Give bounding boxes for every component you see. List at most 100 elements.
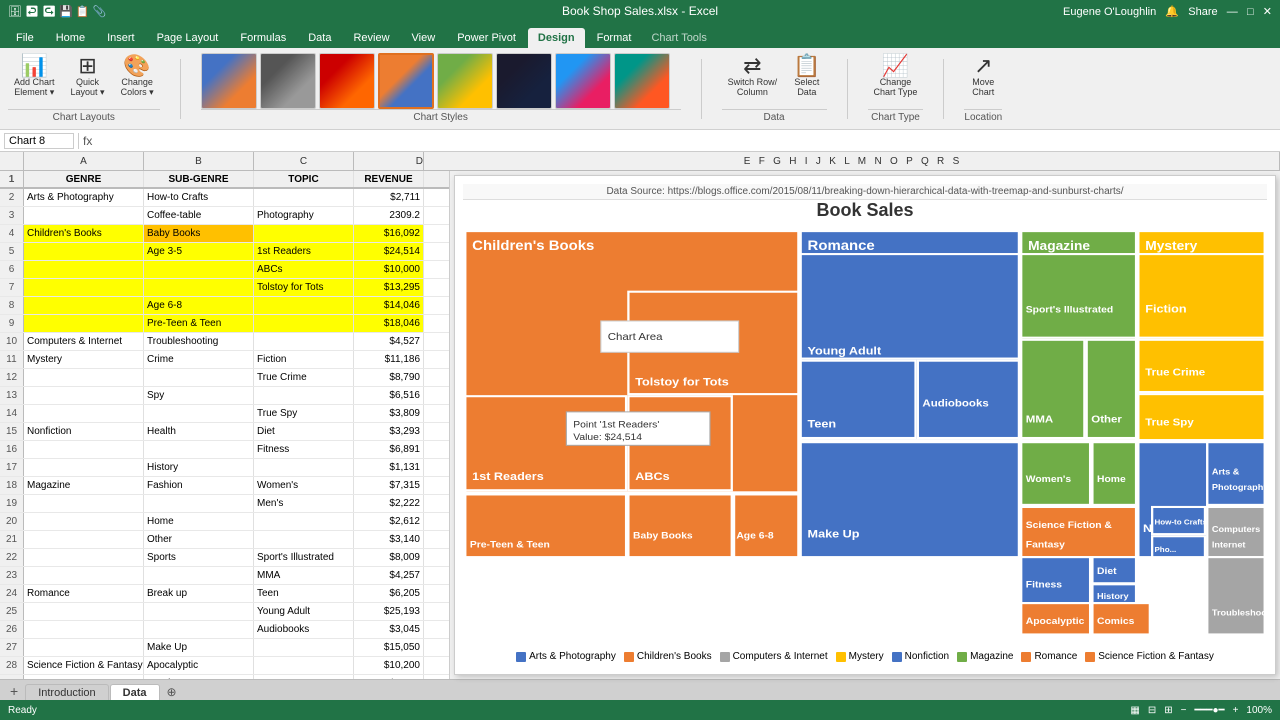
chart-layout-buttons: 📊 Add ChartElement ▾ ⊞ QuickLayout ▾ 🎨 C… [8, 52, 160, 101]
treemap-cell-young-adult[interactable] [801, 254, 1019, 359]
table-row: 9Pre-Teen & Teen$18,046 [0, 315, 449, 333]
move-chart-button[interactable]: ↗ MoveChart [966, 52, 1000, 100]
treemap-cell-age6-8[interactable] [734, 494, 798, 557]
colors-icon: 🎨 [123, 55, 150, 77]
change-colors-button[interactable]: 🎨 ChangeColors ▾ [115, 52, 160, 101]
col-rest-header: E F G H I J K L M N O P Q R S [424, 152, 1280, 170]
change-chart-type-button[interactable]: 📈 ChangeChart Type [868, 52, 924, 100]
svg-text:Apocalyptic: Apocalyptic [1026, 616, 1085, 626]
tab-powerpivot[interactable]: Power Pivot [447, 28, 526, 48]
select-data-button[interactable]: 📋 SelectData [787, 52, 826, 100]
table-row: 27Make Up$15,050 [0, 639, 449, 657]
legend-mystery: Mystery [836, 651, 884, 662]
svg-text:Photography: Photography [1212, 483, 1267, 493]
switch-icon: ⇄ [743, 55, 761, 77]
table-row: 24RomanceBreak upTeen$6,205 [0, 585, 449, 603]
treemap-cell-fiction[interactable] [1138, 254, 1264, 338]
svg-text:Comics: Comics [1097, 616, 1135, 626]
tab-review[interactable]: Review [343, 28, 399, 48]
table-row: 29Comics$3,456 [0, 675, 449, 679]
treemap-cell-troubleshoot[interactable] [1207, 557, 1264, 634]
table-row: 13Spy$6,516 [0, 387, 449, 405]
tab-format[interactable]: Format [587, 28, 642, 48]
cell-a1[interactable]: GENRE [24, 171, 144, 187]
chart-tools-label: Chart Tools [643, 28, 714, 48]
cell-b1[interactable]: SUB-GENRE [144, 171, 254, 187]
tab-formulas[interactable]: Formulas [230, 28, 296, 48]
formula-sep [78, 133, 79, 149]
svg-text:Mystery: Mystery [1145, 238, 1198, 252]
chart-title: Book Sales [463, 200, 1267, 221]
tab-insert[interactable]: Insert [97, 28, 145, 48]
tab-home[interactable]: Home [46, 28, 95, 48]
cell-c1[interactable]: TOPIC [254, 171, 354, 187]
chart-style-7[interactable] [555, 53, 611, 109]
svg-text:Children's Books: Children's Books [472, 238, 594, 253]
chart-style-3[interactable] [319, 53, 375, 109]
ribbon-body: 📊 Add ChartElement ▾ ⊞ QuickLayout ▾ 🎨 C… [0, 48, 1280, 130]
treemap-cell-sports-illustrated[interactable] [1021, 254, 1136, 338]
new-sheet-button[interactable]: ⊕ [161, 683, 183, 701]
row-1-num: 1 [0, 171, 24, 187]
tab-design[interactable]: Design [528, 28, 585, 48]
ribbon-group-type: 📈 ChangeChart Type Chart Type [868, 52, 924, 125]
chart-style-6[interactable] [496, 53, 552, 109]
chart-style-2[interactable] [260, 53, 316, 109]
name-box[interactable] [4, 133, 74, 149]
chart-style-8[interactable] [614, 53, 670, 109]
add-chart-element-button[interactable]: 📊 Add ChartElement ▾ [8, 52, 61, 101]
col-a-header[interactable]: A [24, 152, 144, 170]
tab-data[interactable]: Data [298, 28, 341, 48]
ribbon-group-chart-layouts: 📊 Add ChartElement ▾ ⊞ QuickLayout ▾ 🎨 C… [8, 52, 160, 125]
chart-styles-label: Chart Styles [201, 109, 681, 123]
tab-introduction[interactable]: Introduction [25, 684, 108, 701]
zoom-out-icon[interactable]: − [1181, 705, 1187, 716]
zoom-slider[interactable]: ━━━●━ [1194, 705, 1224, 716]
svg-text:Home: Home [1097, 474, 1126, 484]
legend-computers: Computers & Internet [720, 651, 828, 662]
table-row: 16Fitness$6,891 [0, 441, 449, 459]
zoom-in-icon[interactable]: + [1233, 705, 1239, 716]
quick-layout-button[interactable]: ⊞ QuickLayout ▾ [65, 52, 111, 101]
chart-style-1[interactable] [201, 53, 257, 109]
col-c-header[interactable]: C [254, 152, 354, 170]
treemap[interactable]: Children's Books 1st Readers ABCs Tolsto… [463, 229, 1267, 647]
svg-text:Arts &: Arts & [1212, 467, 1240, 477]
cell-d1[interactable]: REVENUE [354, 171, 424, 187]
title-bar-center: Book Shop Sales.xlsx - Excel [562, 4, 718, 18]
view-page-icon[interactable]: ⊞ [1164, 705, 1172, 716]
tab-data[interactable]: Data [110, 684, 160, 701]
chart-container[interactable]: Data Source: https://blogs.office.com/20… [454, 175, 1276, 675]
sep4 [943, 59, 944, 119]
data-buttons: ⇄ Switch Row/Column 📋 SelectData [722, 52, 827, 100]
svg-text:Make Up: Make Up [808, 527, 860, 540]
sep3 [847, 59, 848, 119]
svg-text:Sport's Illustrated: Sport's Illustrated [1026, 305, 1113, 315]
svg-text:Teen: Teen [808, 417, 837, 430]
legend-dot-scifi [1085, 652, 1095, 662]
col-d-header[interactable]: D [354, 152, 424, 170]
chart-style-4[interactable] [378, 53, 434, 109]
ribbon-group-data: ⇄ Switch Row/Column 📋 SelectData Data [722, 52, 827, 125]
chart-type-icon: 📈 [882, 55, 909, 77]
svg-text:Pre-Teen & Teen: Pre-Teen & Teen [470, 540, 550, 550]
tab-view[interactable]: View [402, 28, 446, 48]
tab-pagelayout[interactable]: Page Layout [147, 28, 229, 48]
col-b-header[interactable]: B [144, 152, 254, 170]
legend-dot-mystery [836, 652, 846, 662]
view-layout-icon[interactable]: ⊟ [1148, 705, 1156, 716]
treemap-cell-baby[interactable] [628, 494, 731, 557]
sep2 [701, 59, 702, 119]
svg-text:Value: $24,514: Value: $24,514 [573, 432, 642, 442]
switch-row-col-button[interactable]: ⇄ Switch Row/Column [722, 52, 784, 100]
chart-style-5[interactable] [437, 53, 493, 109]
table-row: 6ABCs$10,000 [0, 261, 449, 279]
svg-text:Pho...: Pho... [1154, 545, 1176, 554]
tab-file[interactable]: File [6, 28, 44, 48]
svg-text:Fitness: Fitness [1026, 580, 1063, 590]
svg-text:Diet: Diet [1097, 566, 1117, 576]
view-normal-icon[interactable]: ▦ [1130, 705, 1139, 716]
add-sheet-button[interactable]: + [4, 681, 24, 701]
type-buttons: 📈 ChangeChart Type [868, 52, 924, 100]
move-label: MoveChart [972, 77, 994, 97]
